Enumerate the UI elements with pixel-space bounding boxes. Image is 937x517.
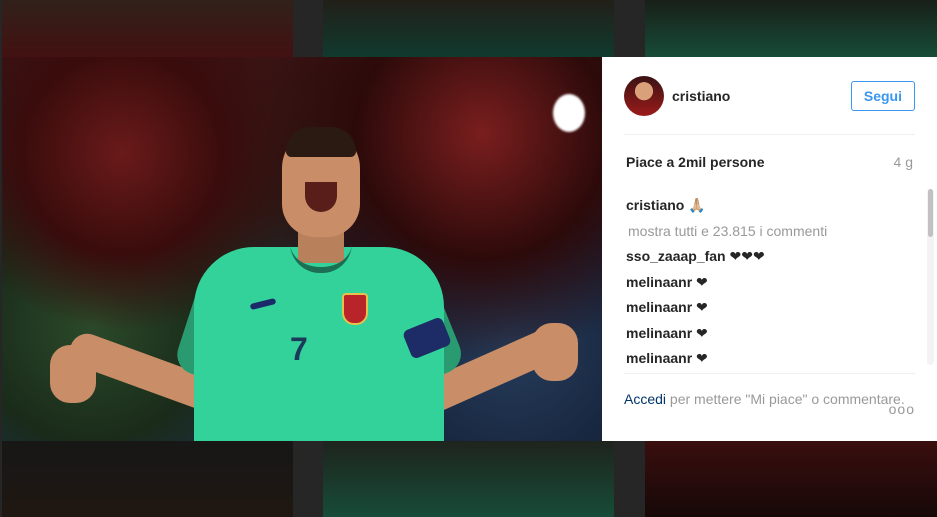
show-all-comments[interactable]: mostra tutti e 23.815 i commenti: [626, 219, 913, 245]
more-options-icon[interactable]: ooo: [889, 401, 915, 417]
login-prompt-text: per mettere "Mi piace" o commentare.: [669, 391, 905, 407]
likes-row: Piace a 2mil persone 4 g: [626, 154, 913, 170]
list-item: sso_zaaap_fan ❤❤❤: [626, 244, 913, 270]
player-right-hand: [532, 323, 578, 381]
comment-text: 🙏🏼: [688, 197, 706, 213]
follow-button[interactable]: Segui: [850, 80, 915, 111]
comment-user[interactable]: melinaanr: [626, 299, 692, 315]
team-crest: [342, 293, 368, 325]
comment-user[interactable]: melinaanr: [626, 274, 692, 290]
grid-thumb-6[interactable]: [645, 441, 937, 517]
likes-count[interactable]: Piace a 2mil persone: [626, 154, 765, 170]
post-sidebar: cristiano Segui Piace a 2mil persone 4 g…: [602, 57, 937, 441]
stadium-light: [553, 94, 585, 132]
grid-thumb-4[interactable]: [2, 441, 293, 517]
comments-list[interactable]: cristiano 🙏🏼 mostra tutti e 23.815 i com…: [626, 193, 913, 369]
comment-text: ❤: [696, 273, 708, 290]
comment-text: ❤: [696, 324, 708, 341]
comment-user[interactable]: melinaanr: [626, 350, 692, 366]
post-photo[interactable]: 7: [2, 57, 602, 441]
grid-thumb-5[interactable]: [323, 441, 614, 517]
username[interactable]: cristiano: [672, 88, 730, 104]
player-hair: [286, 127, 356, 157]
list-item: melinaanr ❤: [626, 295, 913, 321]
list-item: melinaanr ❤: [626, 270, 913, 296]
scroll-thumb[interactable]: [928, 189, 933, 237]
post-modal: 7 cristiano Segui Piace a 2mil persone 4…: [2, 57, 937, 441]
caption: cristiano 🙏🏼: [626, 193, 913, 219]
comment-user[interactable]: sso_zaaap_fan: [626, 248, 726, 264]
comment-text: ❤: [696, 299, 708, 315]
list-item: melinaanr ❤: [626, 321, 913, 347]
comment-user[interactable]: melinaanr: [626, 325, 692, 341]
grid-thumb-1[interactable]: [2, 0, 293, 57]
shirt-number: 7: [290, 331, 308, 367]
login-link[interactable]: Accedi: [624, 391, 666, 407]
avatar[interactable]: [624, 75, 664, 116]
post-header: cristiano Segui: [624, 57, 915, 135]
grid-thumb-2[interactable]: [323, 0, 614, 57]
grid-thumb-3[interactable]: [645, 0, 937, 57]
comments-scrollbar[interactable]: [927, 189, 934, 365]
post-time[interactable]: 4 g: [894, 154, 913, 170]
list-item: melinaanr ❤: [626, 346, 913, 369]
comment-text: ❤❤❤: [729, 248, 765, 264]
show-all-link[interactable]: mostra tutti e 23.815 i commenti: [626, 223, 827, 239]
login-prompt: Accedi per mettere "Mi piace" o commenta…: [624, 373, 915, 409]
player-left-hand: [50, 345, 96, 403]
comment-text: ❤: [696, 350, 708, 366]
comment-user[interactable]: cristiano: [626, 197, 684, 213]
